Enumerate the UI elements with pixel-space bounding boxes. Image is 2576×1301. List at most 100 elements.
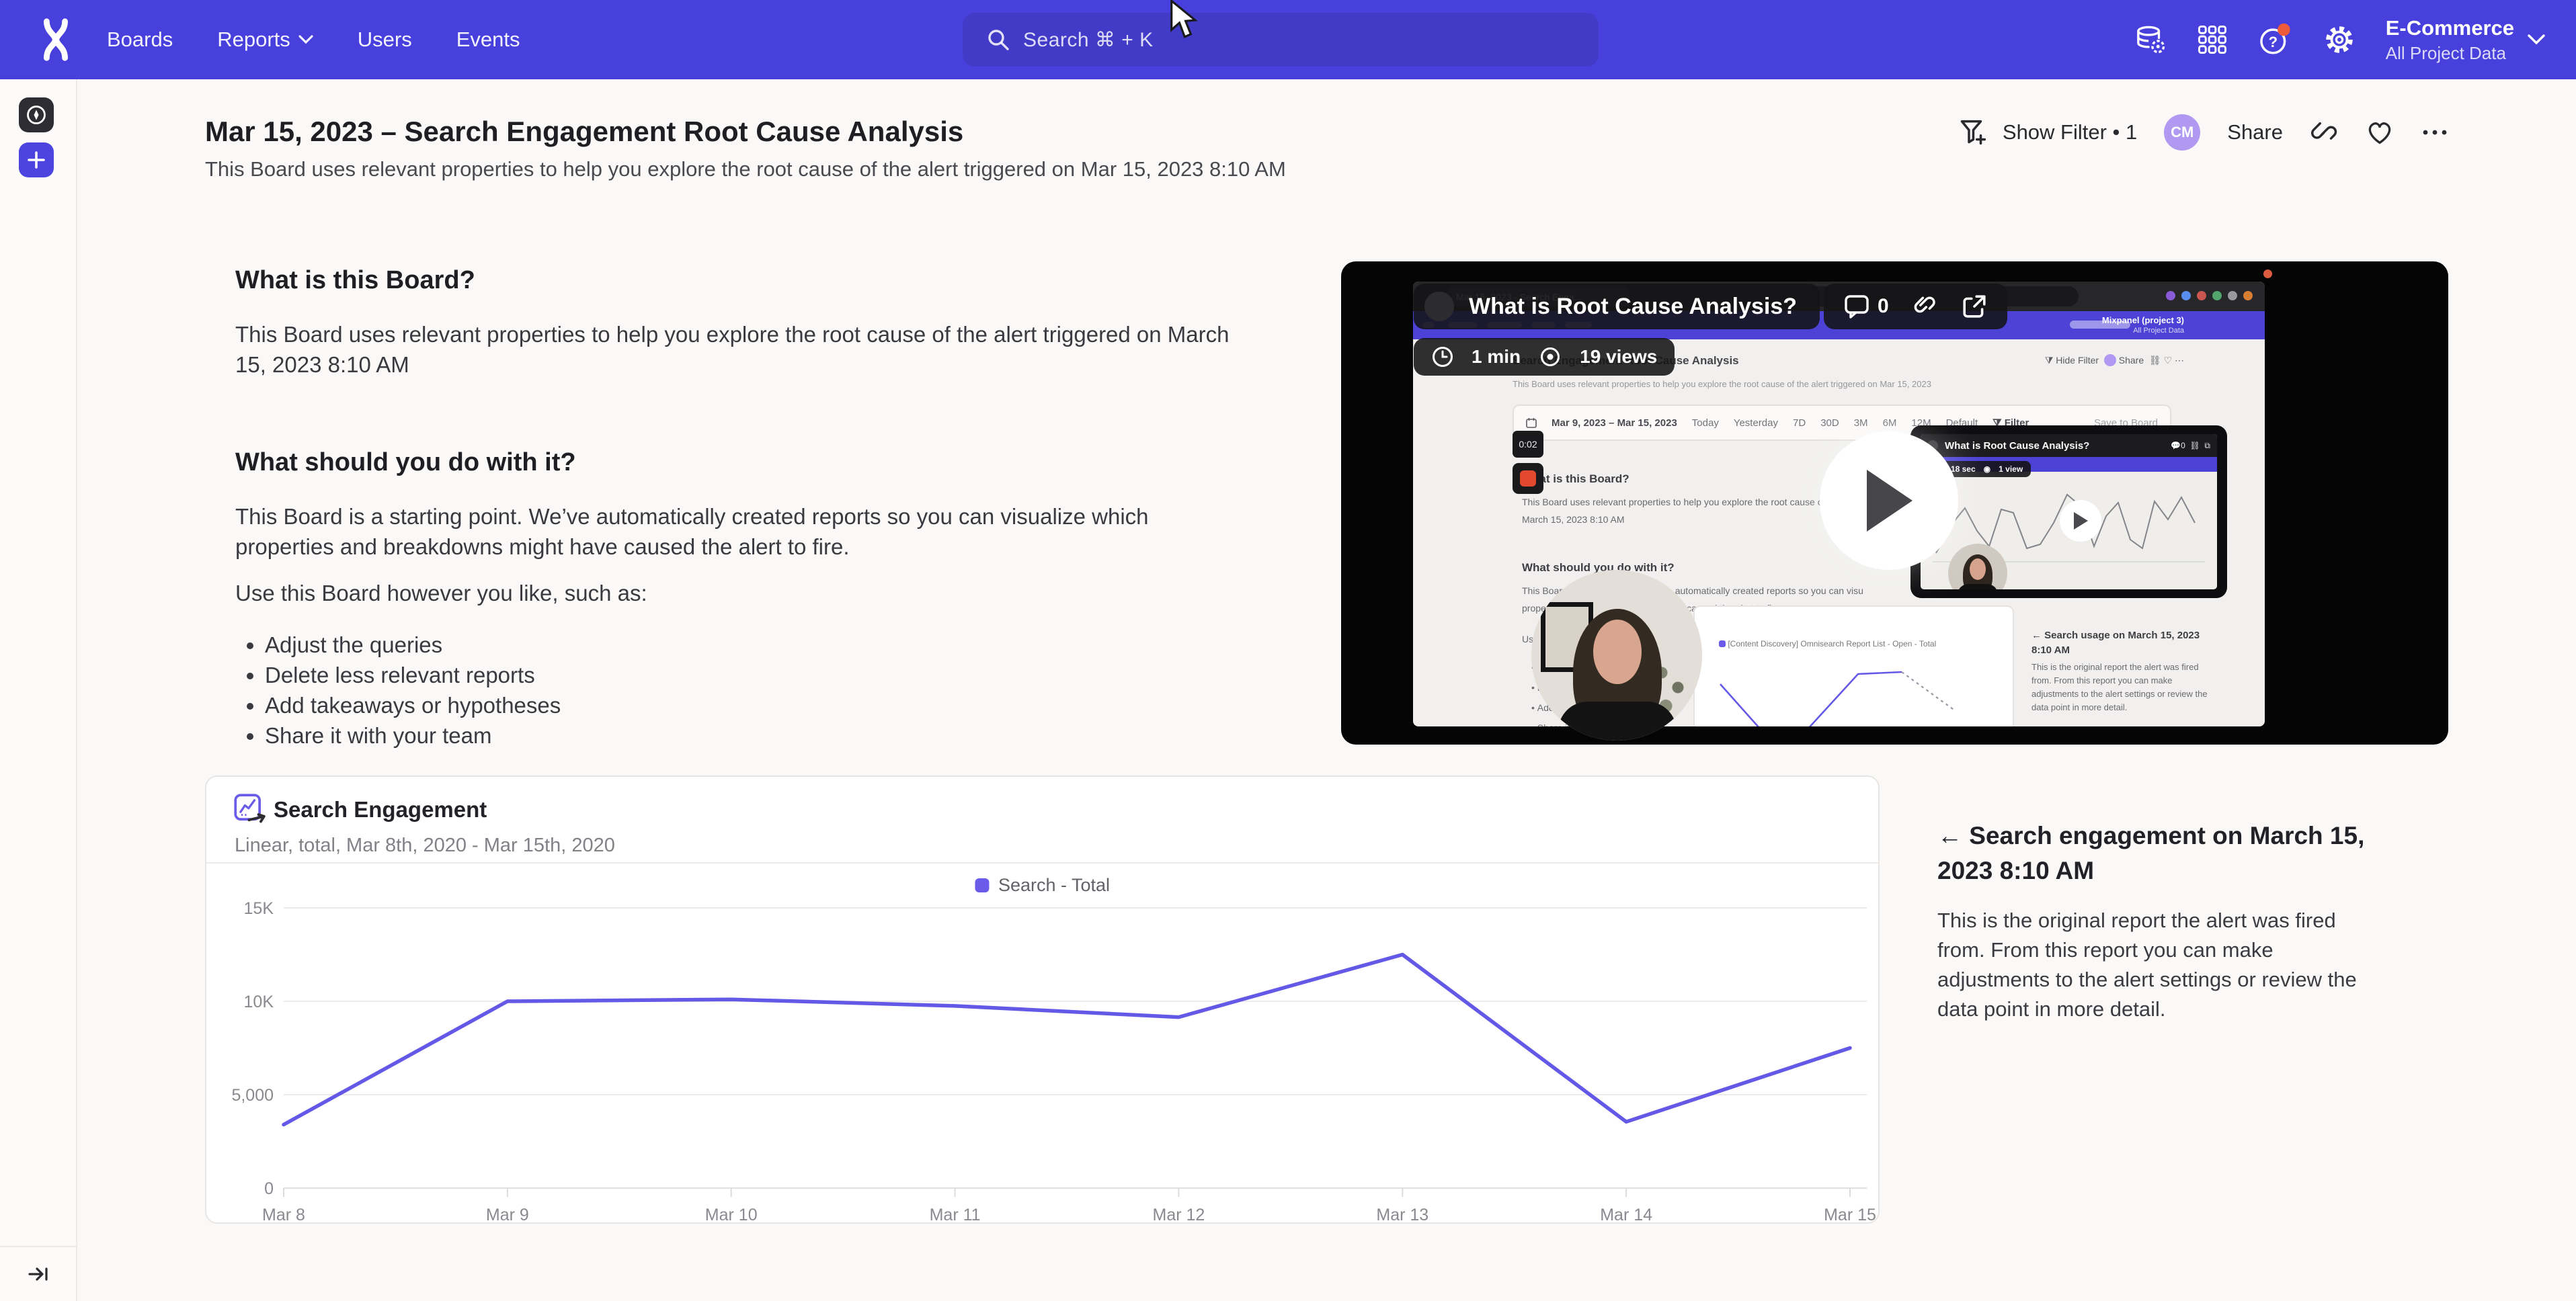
video-views: 19 views [1580, 346, 1657, 368]
mini-note-body: This is the original report the alert wa… [2031, 661, 2213, 714]
copy-video-link-icon[interactable] [1912, 293, 1939, 320]
expand-sidebar-icon[interactable] [28, 1263, 49, 1285]
svg-text:Mar 15: Mar 15 [1824, 1206, 1876, 1224]
create-new-button[interactable] [19, 142, 54, 177]
chevron-down-icon [2528, 34, 2545, 45]
mini-header-controls: ⧩ Hide Filter Share ⛓ ♡ ⋯ [2045, 354, 2184, 366]
browser-extension-icons [2166, 291, 2253, 300]
mouse-cursor [1168, 0, 1199, 40]
search-icon [987, 28, 1010, 51]
video-comments-button[interactable]: 0 [1844, 294, 1889, 319]
line-chart: 0 5,000 10K 15K Mar 8 Mar 9 Mar 10 Mar 11 Mar 12… [206, 898, 1881, 1225]
project-selector[interactable]: E-Commerce All Project Data [2386, 16, 2545, 64]
nested-video-actions: 💬0 ⛓ ⧉ [2171, 441, 2210, 451]
mini-note-heading: ← Search usage on March 15, 2023 8:10 AM [2031, 628, 2220, 658]
nav-item-events[interactable]: Events [456, 28, 520, 52]
open-external-icon[interactable] [1962, 294, 1987, 319]
calendar-icon [1526, 417, 1537, 428]
list-item: Add takeaways or hypotheses [265, 690, 1244, 720]
intro-heading-1: What is this Board? [235, 266, 1244, 295]
intro-bullet-list: Adjust the queries Delete less relevant … [235, 630, 1244, 751]
share-button[interactable]: Share [2227, 120, 2283, 144]
svg-text:Mar 9: Mar 9 [486, 1206, 529, 1224]
svg-text:15K: 15K [244, 899, 274, 918]
gear-icon[interactable] [2324, 24, 2355, 55]
presenter-webcam-circle [1531, 570, 1702, 741]
report-title[interactable]: Search Engagement [274, 797, 487, 823]
nested-video-frame: What is Root Cause Analysis? 💬0 ⛓ ⧉ 🕐18 … [1910, 425, 2227, 598]
intro-paragraph-2: This Board is a starting point. We’ve au… [235, 501, 1244, 562]
video-avatar-dot [1424, 292, 1454, 321]
avatar[interactable]: CM [2164, 114, 2200, 151]
mini-project-scope: All Project Data [2133, 327, 2184, 335]
favorite-heart-icon[interactable] [2365, 118, 2394, 146]
video-title: What is Root Cause Analysis? [1469, 294, 1797, 320]
recording-dot [2263, 269, 2272, 278]
help-icon[interactable]: ? [2258, 23, 2293, 56]
directory-button[interactable] [19, 97, 54, 132]
eye-icon: ◉ [1984, 464, 1990, 474]
report-subtitle: Linear, total, Mar 8th, 2020 - Mar 15th,… [235, 835, 615, 857]
intro-heading-2: What should you do with it? [235, 448, 1244, 477]
show-filter-button[interactable]: Show Filter • 1 [2003, 120, 2137, 144]
mixpanel-logo-icon[interactable] [34, 18, 78, 61]
svg-text:10K: 10K [244, 993, 274, 1011]
nested-video-titlebar: What is Root Cause Analysis? 💬0 ⛓ ⧉ [1921, 434, 2217, 457]
nav-item-users[interactable]: Users [358, 28, 412, 52]
board-title[interactable]: Mar 15, 2023 – Search Engagement Root Ca… [205, 116, 963, 148]
svg-text:Mar 10: Mar 10 [705, 1206, 758, 1224]
play-button[interactable] [1820, 431, 1958, 570]
svg-text:5,000: 5,000 [231, 1086, 274, 1105]
svg-text:Mar 14: Mar 14 [1600, 1206, 1652, 1224]
board-description: What is this Board? This Board uses rele… [235, 266, 1244, 751]
top-navigation-bar: Boards Reports Users Events Search ⌘ + K [0, 0, 2576, 79]
chevron-down-icon [298, 35, 313, 44]
legend-swatch [975, 878, 989, 892]
video-duration: 1 min [1472, 346, 1521, 368]
intro-paragraph-3: Use this Board however you like, such as… [235, 578, 1244, 608]
presenter-face [1593, 620, 1642, 684]
nested-video-screen: What is Root Cause Analysis? 💬0 ⛓ ⧉ 🕐18 … [1921, 434, 2217, 589]
video-actions-pill: 0 [1824, 284, 2007, 329]
mixpanel-board-page: Boards Reports Users Events Search ⌘ + K [0, 0, 2576, 1301]
project-name: E-Commerce [2386, 16, 2514, 40]
mini-page-subtitle: This Board uses relevant properties to h… [1513, 379, 1931, 389]
more-options-icon[interactable] [2421, 128, 2448, 137]
data-management-icon[interactable] [2136, 24, 2167, 55]
svg-text:?: ? [2268, 34, 2278, 50]
svg-text:Mar 12: Mar 12 [1153, 1206, 1205, 1224]
nav-item-reports[interactable]: Reports [217, 28, 313, 52]
note-body: This is the original report the alert wa… [1937, 906, 2374, 1024]
recorder-stop-button [1513, 463, 1543, 494]
mini-report-chart [1700, 654, 2009, 726]
svg-text:Mar 11: Mar 11 [930, 1206, 981, 1224]
clock-icon [1431, 345, 1454, 368]
recorder-timer: 0:02 [1513, 431, 1543, 458]
notification-dot [2278, 24, 2290, 36]
intro-paragraph-1: This Board uses relevant properties to h… [235, 319, 1244, 380]
views-icon [1538, 345, 1562, 369]
line-report-icon [233, 793, 267, 827]
note-heading[interactable]: ← Search engagement on March 15, 2023 8:… [1937, 819, 2374, 888]
copy-link-icon[interactable] [2310, 118, 2338, 146]
video-player-card[interactable]: Mar 15, 2023 - Search Enga... Mixpanel (… [1341, 261, 2448, 745]
mini-date-range: Mar 9, 2023 – Mar 15, 2023 [1552, 417, 1677, 429]
mini-p1b: March 15, 2023 8:10 AM [1522, 514, 1625, 525]
svg-text:0: 0 [264, 1179, 274, 1198]
primary-nav: Boards Reports Users Events [107, 0, 520, 79]
report-card[interactable]: Search Engagement Linear, total, Mar 8th… [205, 775, 1880, 1224]
presenter-shirt [1558, 702, 1677, 741]
board-subtitle: This Board uses relevant properties to h… [205, 157, 1286, 181]
alert-note: ← Search engagement on March 15, 2023 8:… [1937, 819, 2374, 1024]
nav-item-boards[interactable]: Boards [107, 28, 173, 52]
svg-text:Mar 8: Mar 8 [262, 1206, 305, 1224]
mini-report-card: [Content Discovery] Omnisearch Report Li… [1693, 605, 2014, 726]
sidebar-footer [0, 1246, 76, 1301]
video-title-pill: What is Root Cause Analysis? [1414, 284, 1820, 329]
svg-text:Mar 13: Mar 13 [1376, 1206, 1428, 1224]
filter-icon[interactable] [1960, 119, 1988, 146]
chart-legend[interactable]: Search - Total [975, 875, 1110, 896]
search-input[interactable]: Search ⌘ + K [963, 13, 1599, 67]
left-sidebar [0, 79, 77, 1301]
apps-grid-icon[interactable] [2198, 25, 2227, 54]
